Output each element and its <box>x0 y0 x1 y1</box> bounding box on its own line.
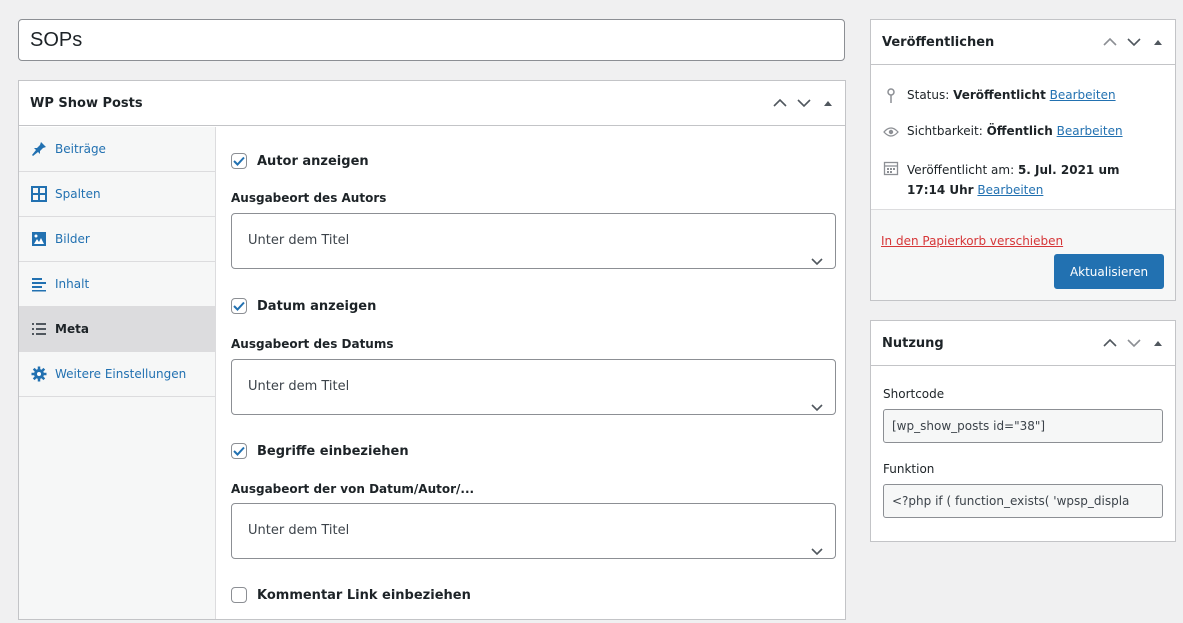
pin-icon <box>883 88 899 104</box>
terms-location-value: Unter dem Titel <box>248 523 350 538</box>
usage-header: Nutzung <box>871 321 1175 366</box>
edit-visibility-link[interactable]: Bearbeiten <box>1057 124 1123 138</box>
published-date-row: Veröffentlicht am: 5. Jul. 2021 um 17:14… <box>883 160 1157 200</box>
collapse-toggle-icon[interactable] <box>819 94 837 112</box>
date-location-value: Unter dem Titel <box>248 379 350 394</box>
collapse-toggle-icon[interactable] <box>1149 334 1167 352</box>
chevron-down-icon <box>811 526 823 580</box>
eye-icon <box>883 124 899 140</box>
publish-actions: In den Papierkorb verschieben Aktualisie… <box>871 209 1175 300</box>
tab-meta[interactable]: Meta <box>19 307 215 352</box>
collapse-toggle-icon[interactable] <box>1149 33 1167 51</box>
chevron-down-icon <box>811 236 823 290</box>
move-up-icon[interactable] <box>1101 334 1119 352</box>
date-location-select[interactable]: Unter dem Titel <box>231 359 836 415</box>
usage-title: Nutzung <box>882 336 944 351</box>
comment-link-checkbox-label: Kommentar Link einbeziehen <box>257 587 471 603</box>
move-up-icon[interactable] <box>771 94 789 112</box>
tab-label: Beiträge <box>55 142 106 156</box>
comment-link-checkbox-row: Kommentar Link einbeziehen <box>231 587 471 603</box>
terms-checkbox-row: Begriffe einbeziehen <box>231 443 409 459</box>
tab-weitere-einstellungen[interactable]: Weitere Einstellungen <box>19 352 215 397</box>
status-label: Status: <box>907 88 950 102</box>
publish-title: Veröffentlichen <box>882 35 995 50</box>
author-location-select[interactable]: Unter dem Titel <box>231 213 836 269</box>
tab-bilder[interactable]: Bilder <box>19 217 215 262</box>
published-date: 5. Jul. 2021 um <box>1017 163 1120 177</box>
terms-checkbox-label: Begriffe einbeziehen <box>257 443 409 459</box>
visibility-value: Öffentlich <box>986 124 1053 138</box>
list-icon <box>29 319 49 339</box>
function-label: Funktion <box>883 462 935 476</box>
calendar-icon <box>883 160 899 176</box>
edit-status-link[interactable]: Bearbeiten <box>1050 88 1116 102</box>
status-row: Status: Veröffentlicht Bearbeiten <box>883 88 1116 104</box>
terms-location-select[interactable]: Unter dem Titel <box>231 503 836 559</box>
shortcode-field[interactable]: [wp_show_posts id="38"] <box>883 409 1163 443</box>
tab-label: Bilder <box>55 232 90 246</box>
terms-checkbox[interactable] <box>231 443 247 459</box>
date-checkbox-row: Datum anzeigen <box>231 298 376 314</box>
date-checkbox[interactable] <box>231 298 247 314</box>
tab-label: Inhalt <box>55 277 90 291</box>
author-checkbox-row: Autor anzeigen <box>231 153 369 169</box>
tab-inhalt[interactable]: Inhalt <box>19 262 215 307</box>
move-down-icon[interactable] <box>795 94 813 112</box>
visibility-label: Sichtbarkeit: <box>907 124 983 138</box>
published-label: Veröffentlicht am: <box>907 163 1015 177</box>
meta-settings-panel: Autor anzeigen Ausgabeort des Autors Unt… <box>217 127 845 619</box>
move-to-trash-link[interactable]: In den Papierkorb verschieben <box>881 234 1063 248</box>
date-location-label: Ausgabeort des Datums <box>231 337 394 351</box>
publish-box: Veröffentlichen Status: Veröffentlicht B… <box>870 19 1176 301</box>
move-down-icon[interactable] <box>1125 334 1143 352</box>
text-align-icon <box>29 274 49 294</box>
chevron-down-icon <box>811 382 823 436</box>
tab-label: Weitere Einstellungen <box>55 367 187 381</box>
author-location-label: Ausgabeort des Autors <box>231 191 387 205</box>
columns-icon <box>29 184 49 204</box>
shortcode-label: Shortcode <box>883 387 945 401</box>
update-button[interactable]: Aktualisieren <box>1054 254 1164 289</box>
move-down-icon[interactable] <box>1125 33 1143 51</box>
date-checkbox-label: Datum anzeigen <box>257 298 377 314</box>
status-value: Veröffentlicht <box>953 88 1046 102</box>
image-icon <box>29 229 49 249</box>
tab-label: Meta <box>55 322 89 336</box>
edit-date-link[interactable]: Bearbeiten <box>977 183 1043 197</box>
publish-header: Veröffentlichen <box>871 20 1175 65</box>
usage-box: Nutzung Shortcode [wp_show_posts id="38"… <box>870 320 1176 542</box>
comment-link-checkbox[interactable] <box>231 587 247 603</box>
move-up-icon[interactable] <box>1101 33 1119 51</box>
author-location-value: Unter dem Titel <box>248 233 350 248</box>
tab-label: Spalten <box>55 187 101 201</box>
wp-show-posts-box: WP Show Posts Beiträge Spalten Bilder In… <box>18 80 846 620</box>
post-title-input[interactable]: SOPs <box>18 19 845 61</box>
author-checkbox[interactable] <box>231 153 247 169</box>
settings-tabs: Beiträge Spalten Bilder Inhalt Meta Weit… <box>19 127 216 619</box>
pin-icon <box>29 139 49 159</box>
tab-beitraege[interactable]: Beiträge <box>19 127 215 172</box>
visibility-row: Sichtbarkeit: Öffentlich Bearbeiten <box>883 124 1123 140</box>
wp-show-posts-title: WP Show Posts <box>30 96 143 111</box>
terms-location-label: Ausgabeort der von Datum/Autor/... <box>231 482 475 496</box>
published-time: 17:14 Uhr <box>907 183 974 197</box>
function-field[interactable]: <?php if ( function_exists( 'wpsp_displa <box>883 484 1163 518</box>
author-checkbox-label: Autor anzeigen <box>257 153 369 169</box>
gear-icon <box>29 364 49 384</box>
tab-spalten[interactable]: Spalten <box>19 172 215 217</box>
wp-show-posts-header: WP Show Posts <box>19 81 845 126</box>
